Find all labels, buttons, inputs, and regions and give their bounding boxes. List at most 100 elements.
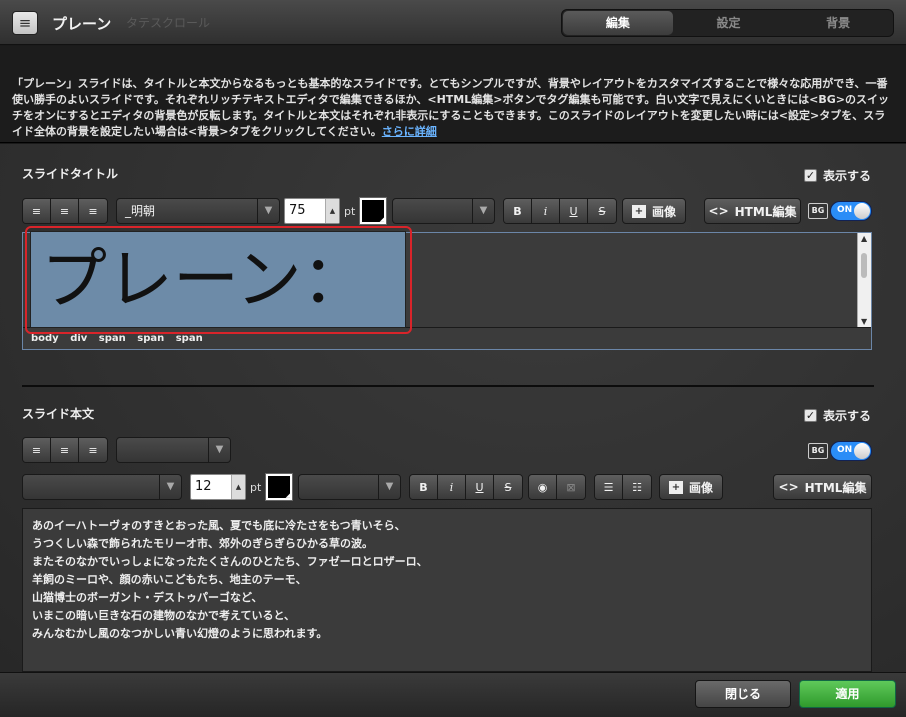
title-show-label: 表示する xyxy=(823,169,872,183)
strikethrough-icon[interactable]: S xyxy=(494,475,522,499)
title-color-picker[interactable]: ◢ xyxy=(359,197,387,225)
bold-icon[interactable]: B xyxy=(410,475,438,499)
description-panel: 「プレーン」スライドは、タイトルと本文からなるもっとも基本的なスライドです。とて… xyxy=(0,46,906,143)
scroll-down-icon[interactable]: ▼ xyxy=(861,317,867,326)
title-align-group: ≡ ≡ ≡ xyxy=(22,198,108,224)
body-line: 羊飼のミーロや、顔の赤いこどもたち、地主のテーモ、 xyxy=(32,573,307,586)
body-format-group: B i U S xyxy=(409,474,523,500)
bullet-list-icon[interactable]: ☰ xyxy=(595,475,623,499)
title-style-select[interactable]: ▼ xyxy=(392,198,495,224)
italic-icon[interactable]: i xyxy=(438,475,466,499)
toggle-knob xyxy=(854,203,870,219)
toggle-knob xyxy=(854,443,870,459)
body-html-edit-button[interactable]: <> HTML編集 xyxy=(773,474,872,500)
scroll-thumb[interactable] xyxy=(861,253,867,278)
title-image-label: 画像 xyxy=(651,204,676,219)
dialog-title: プレーン xyxy=(52,15,112,33)
tab-settings[interactable]: 設定 xyxy=(674,10,784,36)
path-item[interactable]: span xyxy=(176,333,203,344)
unlink-icon[interactable]: ⊠ xyxy=(557,475,585,499)
close-button[interactable]: 閉じる xyxy=(695,680,791,708)
apply-button[interactable]: 適用 xyxy=(799,680,896,708)
title-image-button[interactable]: + 画像 xyxy=(622,198,686,224)
align-center-icon[interactable]: ≡ xyxy=(51,438,79,462)
body-line: あのイーハトーヴォのすきとおった風、夏でも底に冷たさをもつ青いそら、 xyxy=(32,519,406,532)
spinner-arrows-icon[interactable]: ▲▼ xyxy=(325,199,339,239)
title-toggle-label: ON xyxy=(837,205,853,215)
menu-icon[interactable]: ≡ xyxy=(12,11,38,35)
title-font-size-stepper[interactable]: 75 ▲▼ xyxy=(284,198,340,239)
title-size-unit: pt xyxy=(344,205,356,218)
check-icon: ✓ xyxy=(804,169,817,182)
slide-body-label: スライド本文 xyxy=(22,407,95,421)
body-show-label: 表示する xyxy=(823,409,872,423)
tab-background[interactable]: 背景 xyxy=(783,10,893,36)
underline-icon[interactable]: U xyxy=(560,199,588,223)
description-text: 「プレーン」スライドは、タイトルと本文からなるもっとも基本的なスライドです。とて… xyxy=(12,77,889,138)
strikethrough-icon[interactable]: S xyxy=(588,199,616,223)
title-bg-toggle[interactable]: ON xyxy=(830,201,872,221)
spinner-arrows-icon[interactable]: ▲▼ xyxy=(231,475,245,515)
path-item[interactable]: span xyxy=(137,333,164,344)
body-editor[interactable]: あのイーハトーヴォのすきとおった風、夏でも底に冷たさをもつ青いそら、 うつくしい… xyxy=(22,508,872,672)
title-bg-badge: BG xyxy=(808,203,828,219)
chevron-down-icon: ▼ xyxy=(257,199,279,223)
scroll-up-icon[interactable]: ▲ xyxy=(861,234,867,243)
chevron-down-icon: ▼ xyxy=(208,438,230,462)
path-item[interactable]: body xyxy=(31,333,59,344)
slide-title-label: スライドタイトル xyxy=(22,167,119,181)
underline-icon[interactable]: U xyxy=(466,475,494,499)
title-font-size-value: 75 xyxy=(289,203,306,218)
path-item[interactable]: span xyxy=(99,333,126,344)
highlight-box xyxy=(25,226,412,334)
align-right-icon[interactable]: ≡ xyxy=(79,199,107,223)
chevron-down-icon: ▼ xyxy=(378,475,400,499)
body-list-group: ☰ ☷ xyxy=(594,474,652,500)
title-editor-scrollbar[interactable]: ▲ ▼ xyxy=(857,233,871,327)
numbered-list-icon[interactable]: ☷ xyxy=(623,475,651,499)
align-right-icon[interactable]: ≡ xyxy=(79,438,107,462)
title-show-checkbox[interactable]: ✓ 表示する xyxy=(804,167,871,184)
path-item[interactable]: div xyxy=(70,333,87,344)
align-center-icon[interactable]: ≡ xyxy=(51,199,79,223)
body-bg-badge: BG xyxy=(808,443,828,459)
body-font-size-value: 12 xyxy=(195,479,212,494)
check-icon: ✓ xyxy=(804,409,817,422)
tab-bar: 編集 設定 背景 xyxy=(561,9,894,37)
body-line: みんなむかし風のなつかしい青い幻燈のように思われます。 xyxy=(32,627,328,640)
body-style-select[interactable]: ▼ xyxy=(298,474,401,500)
title-font-select[interactable]: _明朝 ▼ xyxy=(116,198,280,224)
background-ghost-text: タテスクロール xyxy=(126,16,211,30)
image-plus-icon: + xyxy=(631,204,646,218)
title-font-value: _明朝 xyxy=(125,204,156,218)
title-format-group: B i U S xyxy=(503,198,617,224)
more-details-link[interactable]: さらに詳細 xyxy=(382,125,437,138)
globe-link-icon[interactable]: ◉ xyxy=(529,475,557,499)
body-image-label: 画像 xyxy=(688,480,713,495)
body-paragraph-select[interactable]: ▼ xyxy=(116,437,231,463)
body-font-size-stepper[interactable]: 12 ▲▼ xyxy=(190,474,246,515)
align-left-icon[interactable]: ≡ xyxy=(23,438,51,462)
body-link-group: ◉ ⊠ xyxy=(528,474,586,500)
body-html-label: HTML編集 xyxy=(804,480,867,495)
section-divider xyxy=(22,385,874,387)
body-line: 山猫博士のボーガント・デストゥパーゴなど、 xyxy=(32,591,263,604)
chevron-down-icon: ▼ xyxy=(159,475,181,499)
body-toggle-label: ON xyxy=(837,445,853,455)
chevron-down-icon: ▼ xyxy=(472,199,494,223)
align-left-icon[interactable]: ≡ xyxy=(23,199,51,223)
bold-icon[interactable]: B xyxy=(504,199,532,223)
tab-edit[interactable]: 編集 xyxy=(563,11,673,35)
italic-icon[interactable]: i xyxy=(532,199,560,223)
body-size-unit: pt xyxy=(250,481,262,494)
body-show-checkbox[interactable]: ✓ 表示する xyxy=(804,407,871,424)
title-html-edit-button[interactable]: <> HTML編集 xyxy=(704,198,801,224)
body-font-select[interactable]: ▼ xyxy=(22,474,182,500)
body-image-button[interactable]: + 画像 xyxy=(659,474,723,500)
body-line: うつくしい森で飾られたモリーオ市、郊外のぎらぎらひかる草の波。 xyxy=(32,537,373,550)
body-line: またそのなかでいっしょになったたくさんのひとたち、ファゼーロとロザーロ、 xyxy=(32,555,428,568)
body-bg-toggle[interactable]: ON xyxy=(830,441,872,461)
body-color-picker[interactable]: ◢ xyxy=(265,473,293,501)
body-line: いまこの暗い巨きな石の建物のなかで考えていると、 xyxy=(32,609,296,622)
title-html-label: HTML編集 xyxy=(734,204,797,219)
